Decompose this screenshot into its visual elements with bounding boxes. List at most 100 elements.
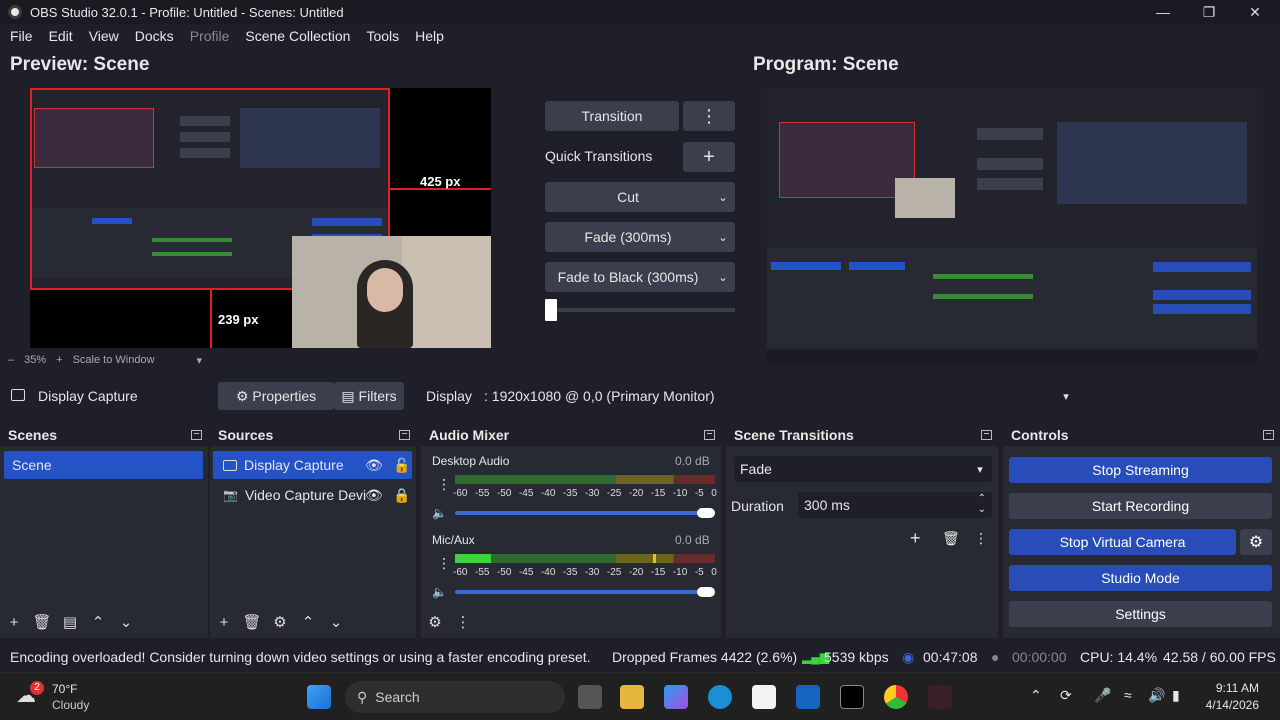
quick-transition-fade[interactable]: Fade (300ms) ⌄: [545, 222, 735, 252]
channel-menu-icon[interactable]: ⋮: [437, 476, 451, 493]
menu-tools[interactable]: Tools: [358, 28, 407, 44]
speaker-icon[interactable]: 🔈: [432, 585, 447, 599]
undock-icon[interactable]: [704, 430, 715, 440]
undock-icon[interactable]: [1263, 430, 1274, 440]
copilot-icon[interactable]: [664, 685, 688, 709]
spin-arrows-icon[interactable]: ⌃ ⌄: [978, 493, 986, 515]
gear-icon[interactable]: ⚙: [266, 613, 294, 631]
menu-view[interactable]: View: [81, 28, 127, 44]
channel-menu-icon[interactable]: ⋮: [437, 555, 451, 572]
move-up-icon[interactable]: ⌃: [84, 613, 112, 631]
tbar-handle[interactable]: [545, 299, 557, 321]
source-item-video-capture[interactable]: 📷 Video Capture Devi 👁 🔒: [213, 481, 412, 509]
restore-button[interactable]: ❐: [1186, 0, 1232, 24]
move-up-icon[interactable]: ⌃: [294, 613, 322, 631]
lock-icon[interactable]: 🔓: [393, 457, 410, 474]
source-item-display-capture[interactable]: Display Capture 👁 🔓: [213, 451, 412, 479]
outlook-icon[interactable]: [796, 685, 820, 709]
add-transition-icon[interactable]: +: [910, 528, 921, 549]
meter-tick: -20: [628, 567, 644, 578]
meter-tick: -40: [540, 488, 556, 499]
gear-icon: ⚙: [235, 387, 249, 404]
scene-item-label: Scene: [12, 457, 52, 473]
tbar-track[interactable]: [545, 308, 735, 312]
speaker-icon[interactable]: 🔈: [432, 506, 447, 520]
volume-icon[interactable]: 🔊: [1148, 687, 1165, 704]
add-source-icon[interactable]: +: [210, 614, 238, 631]
windows-start-icon[interactable]: [307, 685, 331, 709]
quick-transition-fade-black[interactable]: Fade to Black (300ms) ⌄: [545, 262, 735, 292]
wifi-icon[interactable]: ≈: [1124, 687, 1132, 703]
start-recording-button[interactable]: Start Recording: [1009, 493, 1272, 519]
trash-icon[interactable]: 🗑: [28, 613, 56, 631]
zoom-in-button[interactable]: +: [56, 354, 62, 367]
duration-spinbox[interactable]: 300 ms ⌃ ⌄: [798, 492, 992, 518]
virtual-camera-settings-icon[interactable]: ⚙: [1240, 529, 1272, 555]
chevron-down-icon[interactable]: ▾: [197, 354, 203, 367]
meter-tick: -20: [628, 488, 644, 499]
display-select[interactable]: : 1920x1080 @ 0,0 (Primary Monitor) ▾: [478, 382, 1078, 410]
clock-date[interactable]: 4/14/2026: [1193, 698, 1259, 712]
more-icon[interactable]: ⋮: [449, 613, 477, 631]
stop-virtual-camera-button[interactable]: Stop Virtual Camera: [1009, 529, 1236, 555]
properties-button[interactable]: ⚙ Properties: [218, 382, 334, 410]
studio-mode-button[interactable]: Studio Mode: [1009, 565, 1272, 591]
menu-file[interactable]: File: [2, 28, 41, 44]
volume-knob[interactable]: [697, 587, 715, 597]
zoom-out-button[interactable]: –: [8, 354, 14, 367]
undock-icon[interactable]: [399, 430, 410, 440]
eye-icon[interactable]: 👁: [365, 457, 383, 474]
add-quick-transition-button[interactable]: +: [683, 142, 735, 172]
trash-icon[interactable]: 🗑: [942, 530, 960, 547]
menu-profile[interactable]: Profile: [182, 28, 238, 44]
transition-more-icon[interactable]: ⋮: [683, 101, 735, 131]
sync-icon[interactable]: ⟳: [1060, 687, 1072, 704]
store-icon[interactable]: [752, 685, 776, 709]
volume-track[interactable]: [455, 590, 715, 594]
filters-button[interactable]: ▤ Filters: [334, 382, 404, 410]
volume-knob[interactable]: [697, 508, 715, 518]
undock-icon[interactable]: [981, 430, 992, 440]
volume-track[interactable]: [455, 511, 715, 515]
height-label: 239 px: [218, 312, 259, 327]
eye-icon[interactable]: 👁: [365, 487, 383, 504]
trash-icon[interactable]: 🗑: [238, 613, 266, 631]
cpu-usage: CPU: 14.4%: [1080, 649, 1158, 665]
clock-time[interactable]: 9:11 AM: [1203, 681, 1259, 695]
quick-transition-cut[interactable]: Cut ⌄: [545, 182, 735, 212]
menu-edit[interactable]: Edit: [41, 28, 81, 44]
menu-help[interactable]: Help: [407, 28, 452, 44]
taskbar-search[interactable]: ⚲ Search: [345, 681, 565, 713]
move-down-icon[interactable]: ⌄: [112, 613, 140, 631]
transition-select[interactable]: Fade ▾: [734, 456, 992, 482]
zoom-value: 35%: [24, 354, 47, 366]
scale-mode-select[interactable]: Scale to Window: [73, 354, 155, 367]
scene-filters-icon[interactable]: ▤: [56, 613, 84, 631]
undock-icon[interactable]: [191, 430, 202, 440]
gear-icon[interactable]: ⚙: [421, 613, 449, 631]
file-explorer-icon[interactable]: [620, 685, 644, 709]
microphone-icon[interactable]: 🎤: [1094, 687, 1111, 704]
menu-scene-collection[interactable]: Scene Collection: [237, 28, 358, 44]
transition-button[interactable]: Transition: [545, 101, 679, 131]
more-icon[interactable]: ⋮: [974, 530, 988, 547]
obs-running-icon[interactable]: [928, 685, 952, 709]
edge-icon[interactable]: [708, 685, 732, 709]
stop-streaming-button[interactable]: Stop Streaming: [1009, 457, 1272, 483]
settings-button[interactable]: Settings: [1009, 601, 1272, 627]
chevron-down-icon: ⌄: [718, 191, 728, 204]
menu-docks[interactable]: Docks: [127, 28, 182, 44]
scene-item[interactable]: Scene: [4, 451, 203, 479]
chevron-up-icon[interactable]: ⌃: [1030, 687, 1042, 704]
move-down-icon[interactable]: ⌄: [322, 613, 350, 631]
minimize-button[interactable]: —: [1140, 0, 1186, 24]
task-view-icon[interactable]: [578, 685, 602, 709]
add-scene-icon[interactable]: +: [0, 614, 28, 631]
preview-canvas[interactable]: 425 px 239 px: [30, 88, 491, 348]
close-button[interactable]: ✕: [1232, 0, 1278, 24]
lock-icon[interactable]: 🔒: [393, 487, 410, 504]
battery-icon[interactable]: ▮: [1172, 687, 1180, 704]
volume-meter: [455, 554, 715, 563]
chrome-icon[interactable]: [884, 685, 908, 709]
obs-taskbar-icon[interactable]: [840, 685, 864, 709]
